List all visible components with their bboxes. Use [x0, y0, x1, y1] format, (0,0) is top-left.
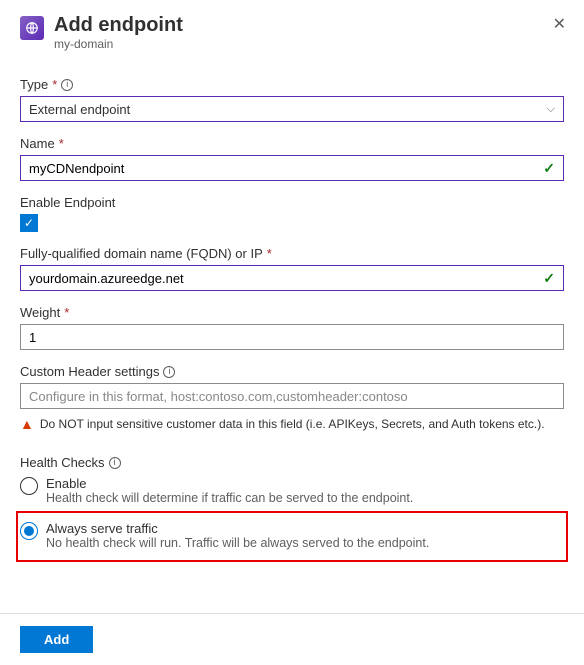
radio-always-desc: No health check will run. Traffic will b… — [46, 536, 429, 550]
check-icon: ✓ — [543, 160, 555, 177]
radio-enable-label: Enable — [46, 476, 413, 491]
footer: Add — [0, 613, 584, 665]
panel-subtitle: my-domain — [54, 37, 564, 51]
type-label: Type * i — [20, 77, 564, 92]
health-option-always[interactable]: Always serve traffic No health check wil… — [20, 521, 560, 550]
custom-header-input[interactable] — [20, 383, 564, 409]
radio-always-label: Always serve traffic — [46, 521, 429, 536]
chevron-down-icon: ⌵ — [547, 103, 555, 116]
fqdn-label: Fully-qualified domain name (FQDN) or IP… — [20, 246, 564, 261]
health-option-enable[interactable]: Enable Health check will determine if tr… — [20, 476, 564, 505]
type-value: External endpoint — [29, 102, 130, 117]
fqdn-input[interactable] — [29, 267, 543, 289]
radio-enable[interactable] — [20, 477, 38, 495]
fqdn-input-wrapper: ✓ — [20, 265, 564, 291]
warning-icon: ▲ — [20, 417, 34, 431]
info-icon[interactable]: i — [163, 366, 175, 378]
name-input[interactable] — [29, 157, 543, 179]
warning-message: ▲ Do NOT input sensitive customer data i… — [20, 417, 564, 431]
endpoint-icon — [20, 16, 44, 40]
close-icon[interactable]: ✕ — [553, 14, 566, 34]
name-label: Name * — [20, 136, 564, 151]
highlighted-option: Always serve traffic No health check wil… — [16, 511, 568, 562]
info-icon[interactable]: i — [61, 79, 73, 91]
weight-label: Weight * — [20, 305, 564, 320]
name-input-wrapper: ✓ — [20, 155, 564, 181]
enable-label: Enable Endpoint — [20, 195, 564, 210]
enable-checkbox[interactable]: ✓ — [20, 214, 38, 232]
check-icon: ✓ — [543, 270, 555, 287]
custom-header-label: Custom Header settings i — [20, 364, 564, 379]
radio-always[interactable] — [20, 522, 38, 540]
add-button[interactable]: Add — [20, 626, 93, 653]
radio-enable-desc: Health check will determine if traffic c… — [46, 491, 413, 505]
type-select[interactable]: External endpoint ⌵ — [20, 96, 564, 122]
panel-header: Add endpoint my-domain — [20, 14, 564, 51]
panel-title: Add endpoint — [54, 14, 564, 37]
weight-input[interactable] — [20, 324, 564, 350]
health-checks-label: Health Checks i — [20, 455, 564, 470]
info-icon[interactable]: i — [109, 457, 121, 469]
